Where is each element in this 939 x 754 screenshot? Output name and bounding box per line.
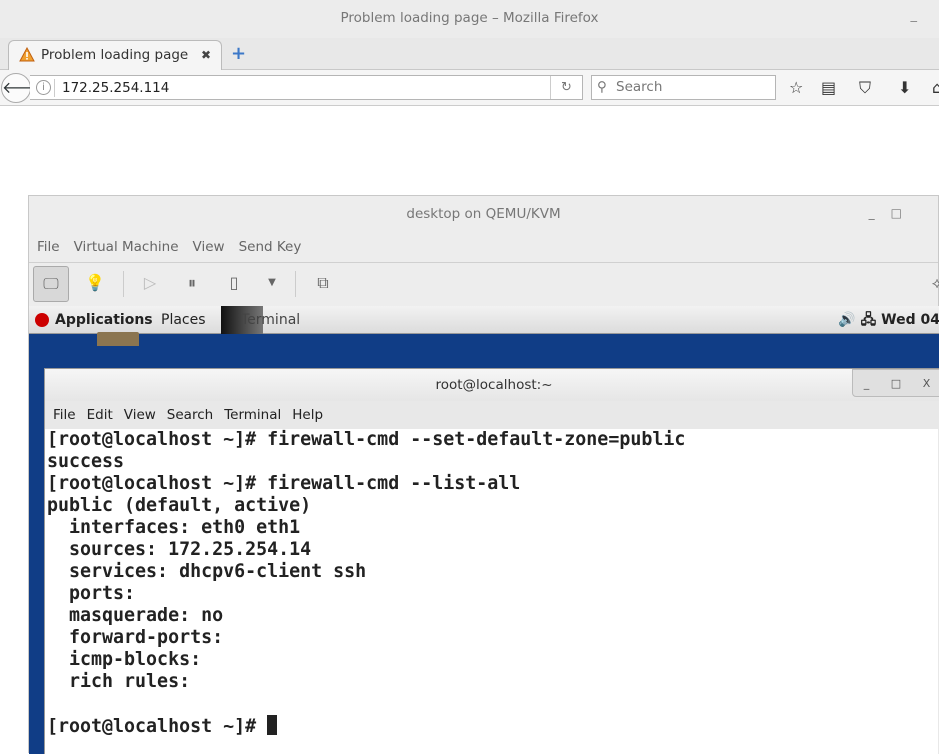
terminal-menu-bar: File Edit View Search Terminal Help (45, 401, 939, 429)
gnome-top-bar: Applications Places Terminal 🔊 🖧 Wed 04 (29, 306, 939, 334)
reload-icon[interactable]: ↻ (550, 76, 582, 99)
play-icon[interactable]: ▷ (132, 266, 168, 302)
terminal-line: sources: 172.25.254.14 (47, 539, 312, 560)
terminal-line: ports: (47, 583, 147, 604)
vm-title-bar: desktop on QEMU/KVM (29, 196, 938, 233)
new-tab-plus-icon[interactable]: + (231, 43, 246, 64)
terminal-menu-file[interactable]: File (53, 407, 76, 423)
url-text[interactable]: 172.25.254.114 (62, 80, 169, 96)
bookmark-star-icon[interactable]: ☆ (789, 78, 803, 97)
folder-icon[interactable] (97, 332, 139, 346)
vm-toolbar: 🖵 💡 ▷ ⏸ ▯ ▼ ⧉ ⟡ (29, 263, 939, 305)
divider (295, 271, 296, 297)
terminal-window: root@localhost:~ _ □ X File Edit View Search T… (44, 368, 939, 754)
fullscreen-icon[interactable]: ⟡ (919, 266, 939, 302)
download-arrow-icon[interactable]: ⬇ (898, 78, 911, 97)
places-menu[interactable]: Places (161, 306, 206, 334)
tab-bar: Problem loading page ✖ (0, 38, 939, 71)
maximize-icon[interactable]: □ (891, 377, 901, 390)
browser-title-bar: Problem loading page – Mozilla Firefox (0, 0, 939, 38)
volume-icon: 🔊 (838, 312, 856, 328)
terminal-window-controls: _ □ X (852, 369, 939, 397)
terminal-output[interactable]: [root@localhost ~]# firewall-cmd --set-d… (45, 429, 938, 754)
clock[interactable]: Wed 04 (881, 312, 939, 328)
terminal-line: [root@localhost ~]# firewall-cmd --list-… (47, 473, 521, 494)
search-input[interactable]: ⚲ Search (591, 75, 776, 100)
terminal-prompt-line[interactable]: [root@localhost ~]# (47, 715, 938, 737)
network-icon: 🖧 (860, 312, 877, 328)
applications-menu[interactable]: Applications (55, 306, 153, 334)
vm-viewer-window: desktop on QEMU/KVM _□ File Virtual Machi… (28, 195, 939, 754)
vm-menu-file[interactable]: File (37, 239, 60, 255)
vm-menu-view[interactable]: View (193, 239, 225, 255)
redhat-logo-icon (35, 313, 49, 327)
vm-window-controls[interactable]: _□ (869, 206, 918, 220)
prompt: [root@localhost ~]# (47, 716, 268, 737)
terminal-title-bar: root@localhost:~ (45, 369, 939, 401)
terminal-line: public (default, active) (47, 495, 312, 516)
terminal-line: rich rules: (47, 671, 202, 692)
minimize-button[interactable]: _ (911, 8, 918, 23)
terminal-line: forward-ports: (47, 627, 235, 648)
vm-menu-bar: File Virtual Machine View Send Key (29, 233, 938, 263)
power-icon[interactable]: ▯ (216, 266, 252, 302)
text-cursor (267, 715, 278, 735)
terminal-menu-view[interactable]: View (124, 407, 156, 423)
terminal-title: root@localhost:~ (435, 377, 553, 393)
tab-label: Problem loading page (41, 47, 189, 63)
vm-window-title: desktop on QEMU/KVM (406, 206, 561, 222)
terminal-line: success (47, 451, 125, 472)
back-arrow-icon[interactable]: 🡐 (1, 73, 45, 103)
terminal-line: interfaces: eth0 eth1 (47, 517, 301, 538)
pause-icon[interactable]: ⏸ (174, 266, 210, 302)
navigation-bar: 🡐 i 172.25.254.114 ↻ ⚲ Search ☆ ▤ ⛉ ⬇ ⌂ (0, 70, 939, 106)
tab-problem-loading[interactable]: Problem loading page ✖ (8, 40, 222, 71)
terminal-line: masquerade: no (47, 605, 224, 626)
chevron-down-icon[interactable]: ▼ (254, 266, 290, 302)
guest-display[interactable]: Applications Places Terminal 🔊 🖧 Wed 04 … (29, 306, 939, 754)
url-bar[interactable]: i 172.25.254.114 ↻ (30, 75, 583, 100)
status-area[interactable]: 🔊 🖧 Wed 04 (838, 306, 939, 334)
console-monitor-icon[interactable]: 🖵 (33, 266, 69, 302)
minimize-icon[interactable]: _ (864, 377, 870, 390)
vm-menu-send-key[interactable]: Send Key (239, 239, 302, 255)
snapshot-icon[interactable]: ⧉ (305, 266, 341, 302)
close-tab-icon[interactable]: ✖ (201, 41, 211, 69)
vm-menu-virtual-machine[interactable]: Virtual Machine (74, 239, 179, 255)
info-icon[interactable]: i (36, 80, 51, 95)
terminal-menu-terminal[interactable]: Terminal (224, 407, 281, 423)
lightbulb-details-icon[interactable]: 💡 (77, 266, 113, 302)
terminal-line: icmp-blocks: (47, 649, 213, 670)
terminal-menu-edit[interactable]: Edit (87, 407, 113, 423)
close-icon[interactable]: X (923, 377, 931, 390)
divider (123, 271, 124, 297)
divider (54, 79, 55, 97)
terminal-line: [root@localhost ~]# firewall-cmd --set-d… (47, 429, 686, 450)
warning-icon (19, 47, 35, 62)
home-icon[interactable]: ⌂ (932, 78, 939, 97)
terminal-app-label[interactable]: Terminal (241, 306, 300, 334)
search-icon: ⚲ (597, 79, 607, 95)
reading-list-icon[interactable]: ▤ (821, 78, 836, 97)
pocket-icon[interactable]: ⛉ (859, 78, 871, 98)
terminal-line: services: dhcpv6-client ssh (47, 561, 367, 582)
browser-window-title: Problem loading page – Mozilla Firefox (340, 10, 599, 26)
terminal-menu-help[interactable]: Help (292, 407, 323, 423)
terminal-menu-search[interactable]: Search (167, 407, 213, 423)
search-placeholder: Search (616, 79, 663, 95)
